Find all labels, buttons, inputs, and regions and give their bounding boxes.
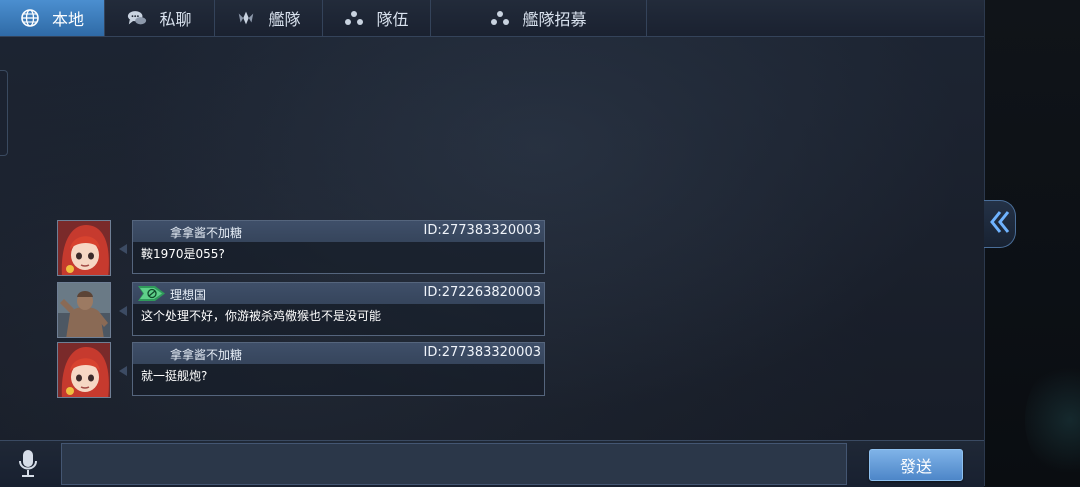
- sender-name[interactable]: 拿拿酱不加糖: [170, 224, 242, 241]
- sender-id: ID:272263820003: [423, 285, 541, 300]
- bubble-pointer: [119, 366, 127, 376]
- collapse-panel-button[interactable]: [984, 200, 1016, 248]
- chat-input-bar: 發送: [0, 440, 984, 487]
- message-bubble: 理想国 ID:272263820003 这个处理不好，你游被杀鸡儆猴也不是没可能: [132, 282, 545, 336]
- muscular-character-avatar[interactable]: [57, 282, 111, 338]
- fleet-emblem-icon: [236, 8, 256, 28]
- tab-recruit-label: 艦隊招募: [522, 10, 587, 29]
- tab-team[interactable]: 隊伍: [323, 0, 431, 36]
- message-header: 拿拿酱不加糖 ID:277383320003: [133, 221, 544, 242]
- tab-local[interactable]: 本地: [0, 0, 105, 36]
- tab-fleet[interactable]: 艦隊: [215, 0, 323, 36]
- left-drawer-handle[interactable]: [0, 70, 8, 156]
- chat-message: 理想国 ID:272263820003 这个处理不好，你游被杀鸡儆猴也不是没可能: [57, 282, 547, 338]
- chat-message: 拿拿酱不加糖 ID:277383320003 鞍1970是055?: [57, 220, 547, 276]
- message-header: 理想国 ID:272263820003: [133, 283, 544, 304]
- send-button[interactable]: 發送: [869, 449, 963, 481]
- message-bubble: 拿拿酱不加糖 ID:277383320003 就一挺舰炮?: [132, 342, 545, 396]
- message-text: 就一挺舰炮?: [141, 369, 208, 383]
- chat-message: 拿拿酱不加糖 ID:277383320003 就一挺舰炮?: [57, 342, 547, 398]
- sender-id: ID:277383320003: [423, 345, 541, 360]
- radar-glow: [1025, 360, 1080, 480]
- message-text: 鞍1970是055?: [141, 247, 225, 261]
- bubble-pointer: [119, 244, 127, 254]
- bubble-pointer: [119, 306, 127, 316]
- sender-name[interactable]: 拿拿酱不加糖: [170, 346, 242, 363]
- tab-team-label: 隊伍: [376, 10, 409, 29]
- tab-local-label: 本地: [51, 10, 84, 29]
- message-header: 拿拿酱不加糖 ID:277383320003: [133, 343, 544, 364]
- sender-id: ID:277383320003: [423, 223, 541, 238]
- recruit-dots-icon: [490, 8, 510, 28]
- tab-fleet-label: 艦隊: [268, 10, 301, 29]
- message-text: 这个处理不好，你游被杀鸡儆猴也不是没可能: [141, 309, 382, 323]
- chat-panel: 本地 私聊 艦隊 隊伍 艦隊招募 拿拿酱不加糖 ID:277383320003 …: [0, 0, 985, 487]
- sender-name[interactable]: 理想国: [170, 286, 206, 303]
- team-dots-icon: [344, 8, 364, 28]
- double-chevron-left-icon: [989, 209, 1011, 239]
- globe-icon: [20, 8, 40, 28]
- tab-fleet-recruit[interactable]: 艦隊招募: [431, 0, 647, 36]
- tab-private-chat[interactable]: 私聊: [105, 0, 215, 36]
- message-bubble: 拿拿酱不加糖 ID:277383320003 鞍1970是055?: [132, 220, 545, 274]
- chat-tab-bar: 本地 私聊 艦隊 隊伍 艦隊招募: [0, 0, 984, 37]
- chat-message-input[interactable]: [61, 443, 847, 485]
- red-hair-character-avatar[interactable]: [57, 342, 111, 398]
- tab-private-label: 私聊: [159, 10, 192, 29]
- green-rank-badge-icon: [137, 284, 167, 306]
- chat-bubbles-icon: [127, 8, 147, 28]
- microphone-icon: [17, 449, 39, 481]
- red-hair-character-avatar[interactable]: [57, 220, 111, 276]
- voice-input-button[interactable]: [14, 449, 42, 481]
